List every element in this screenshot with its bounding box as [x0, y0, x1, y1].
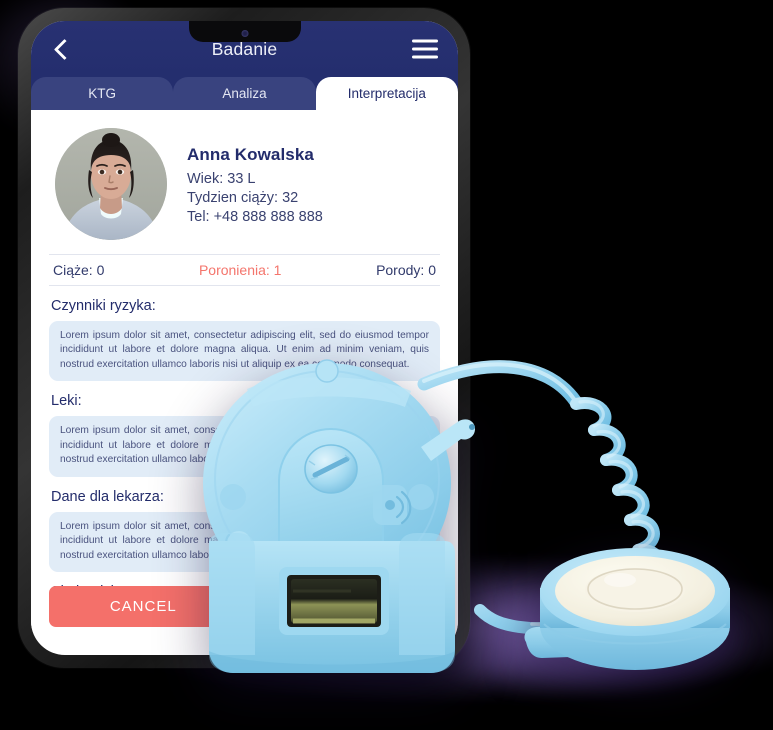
chevron-left-icon[interactable] [50, 38, 72, 60]
section-title-doctor-data: Dane dla lekarza: [51, 488, 164, 505]
confirm-button[interactable] [251, 586, 440, 627]
patient-name: Anna Kowalska [187, 144, 314, 164]
cancel-button[interactable]: CANCEL [49, 586, 238, 627]
hamburger-menu-icon[interactable] [412, 39, 438, 59]
stat-poronienia: Poronienia: 1 [198, 262, 282, 278]
pregnancy-stats-row: Ciąże: 0 Poronienia: 1 Porody: 0 [49, 254, 440, 286]
textbox-risk-factors[interactable]: Lorem ipsum dolor sit amet, consectetur … [49, 321, 440, 382]
hamburger-line [412, 55, 438, 59]
phone-device-frame: Badanie KTG Analiza Interpretacija Anna … [18, 8, 470, 668]
action-button-row: CANCEL [49, 586, 440, 627]
textbox-medications[interactable]: Lorem ipsum dolor sit amet, consectetur … [49, 416, 440, 477]
section-title-risk-factors: Czynniki ryzyka: [51, 298, 156, 314]
stat-ciaze: Ciąże: 0 [53, 262, 105, 278]
patient-pregnancy-week: Tydzien ciąży: 32 [187, 189, 299, 206]
content-card: Anna Kowalska Wiek: 33 L Tydzien ciąży: … [31, 108, 458, 653]
front-camera-icon [241, 30, 248, 37]
stat-porody: Porody: 0 [376, 262, 436, 278]
patient-summary: Anna Kowalska Wiek: 33 L Tydzien ciąży: … [49, 124, 440, 252]
patient-age: Wiek: 33 L [187, 170, 256, 187]
phone-notch [188, 21, 301, 42]
section-risk-factors: Czynniki ryzyka: Lorem ipsum dolor sit a… [49, 298, 440, 382]
hamburger-line [412, 39, 438, 43]
hamburger-line [412, 47, 438, 51]
section-medications: Leki: Lorem ipsum dolor sit amet, consec… [49, 393, 440, 477]
tab-analiza[interactable]: Analiza [173, 77, 316, 110]
tab-interpretacija[interactable]: Interpretacija [315, 77, 458, 110]
patient-details: Anna Kowalska Wiek: 33 L Tydzien ciąży: … [187, 141, 323, 227]
patient-phone: Tel: +48 888 888 888 [187, 209, 323, 226]
textbox-doctor-data[interactable]: Lorem ipsum dolor sit amet, consectetur … [49, 511, 440, 573]
tab-ktg[interactable]: KTG [31, 77, 174, 110]
patient-photo [55, 128, 167, 240]
avatar [55, 128, 167, 240]
section-doctor-data: Dane dla lekarza: Lorem ipsum dolor sit … [49, 488, 440, 573]
phone-screen: Badanie KTG Analiza Interpretacija Anna … [31, 21, 458, 655]
tab-bar: KTG Analiza Interpretacija [31, 77, 458, 110]
section-title-medications: Leki: [51, 393, 82, 410]
